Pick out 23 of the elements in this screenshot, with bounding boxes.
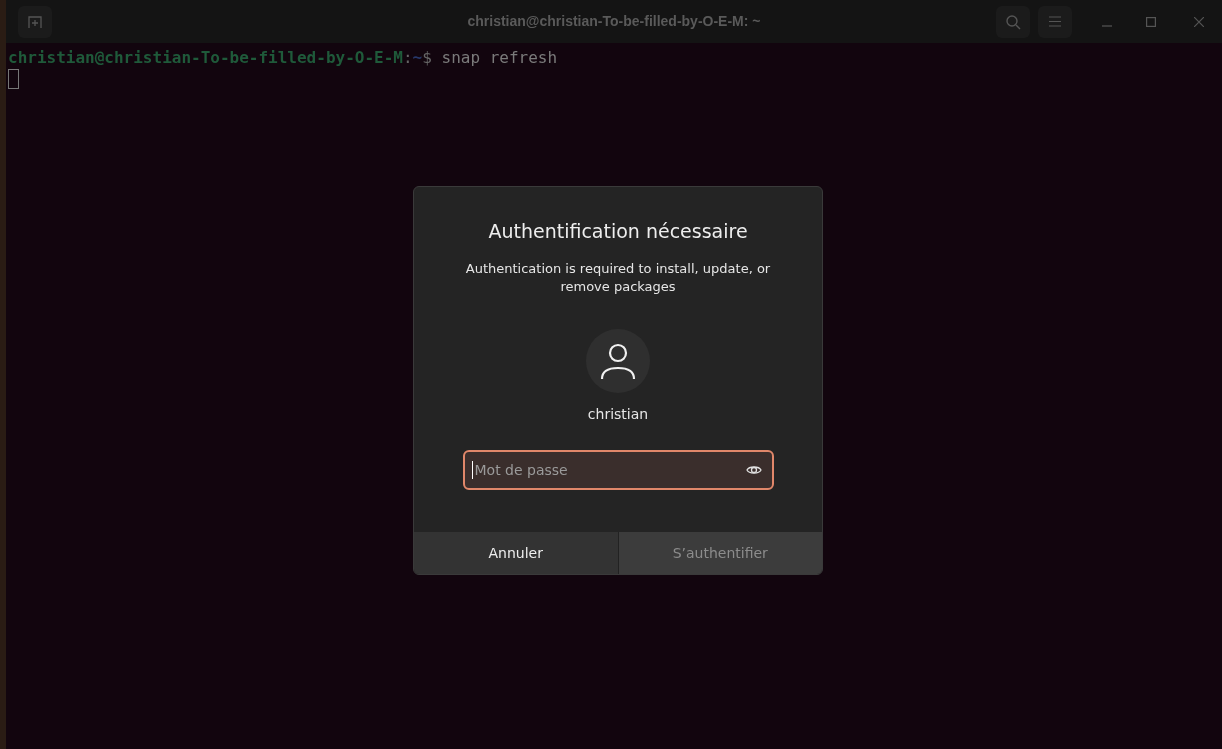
- terminal-cursor: [8, 69, 19, 89]
- maximize-icon[interactable]: [1146, 16, 1156, 27]
- command-text: snap refresh: [441, 48, 558, 67]
- dialog-message: Authentication is required to install, update, or remove packages: [464, 259, 772, 296]
- password-field[interactable]: Mot de passe: [462, 449, 774, 490]
- user-name: christian: [587, 404, 649, 424]
- dialog-button[interactable]: Annuler: [414, 532, 618, 574]
- prompt-path: ~: [412, 48, 423, 67]
- prompt-separator: :: [402, 48, 413, 67]
- dialog-title: Authentification nécessaire: [488, 219, 748, 244]
- search-icon: [1005, 13, 1021, 30]
- prompt-user: christian@christian-To-be-filled-by-O-E-M: [8, 48, 403, 67]
- prompt-symbol: $: [422, 48, 432, 67]
- eye-icon[interactable]: [745, 463, 762, 476]
- search-button[interactable]: [996, 5, 1030, 38]
- window-title: christian@christian-To-be-filled-by-O-E-M: ~: [466, 12, 762, 31]
- text-cursor: [471, 460, 473, 479]
- close-icon[interactable]: [1194, 16, 1204, 27]
- user-icon: [599, 341, 637, 380]
- new-tab-icon: [28, 14, 42, 29]
- menu-icon: [1049, 16, 1061, 27]
- new-tab-button[interactable]: [18, 5, 52, 38]
- menu-button[interactable]: [1038, 5, 1072, 38]
